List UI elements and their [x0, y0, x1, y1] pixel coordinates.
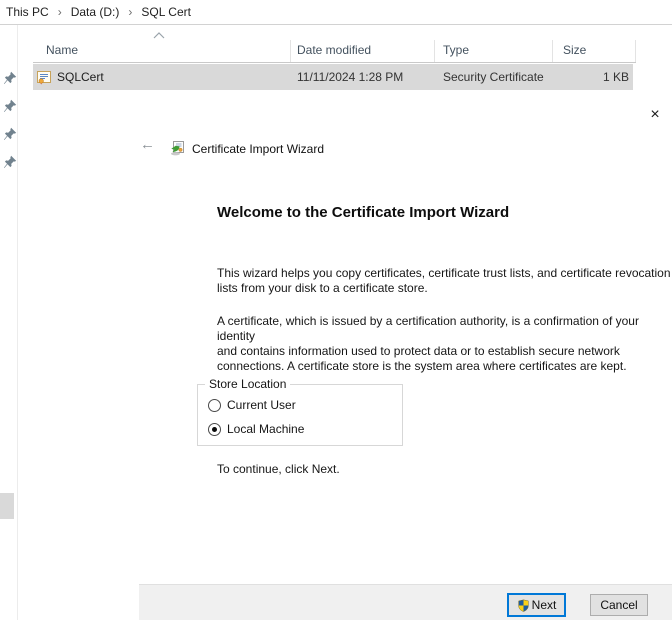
store-location-legend: Store Location — [205, 377, 290, 391]
file-size: 1 KB — [603, 64, 629, 90]
close-icon[interactable]: × — [645, 106, 665, 126]
breadcrumb-sql-cert[interactable]: SQL Cert — [139, 5, 193, 19]
file-name: SQLCert — [57, 64, 104, 90]
sort-ascending-icon — [153, 32, 165, 39]
pushpin-icon[interactable] — [3, 155, 17, 169]
cancel-button[interactable]: Cancel — [590, 594, 648, 616]
certificate-import-wizard-dialog: × ← Certificate Import Wizard Welcome to… — [139, 100, 672, 620]
pushpin-icon[interactable] — [3, 127, 17, 141]
breadcrumb: This PC › Data (D:) › SQL Cert — [0, 0, 672, 25]
column-header-size[interactable]: Size — [563, 43, 586, 57]
description-paragraph: A certificate, which is issued by a cert… — [217, 314, 671, 374]
breadcrumb-this-pc[interactable]: This PC — [4, 5, 51, 19]
certificate-file-icon — [36, 69, 52, 85]
column-header-type[interactable]: Type — [443, 43, 469, 57]
breadcrumb-chevron-icon: › — [51, 5, 69, 19]
continue-hint: To continue, click Next. — [217, 462, 340, 476]
column-header-date-modified[interactable]: Date modified — [297, 43, 371, 57]
file-type: Security Certificate — [443, 64, 544, 90]
file-date-modified: 11/11/2024 1:28 PM — [297, 64, 403, 90]
column-divider[interactable] — [635, 40, 636, 62]
nav-pane-divider — [17, 25, 18, 620]
dialog-title: Certificate Import Wizard — [192, 142, 324, 156]
next-button-label: Next — [532, 598, 557, 612]
column-headers: Name Date modified Type Size — [33, 40, 636, 62]
intro-paragraph: This wizard helps you copy certificates,… — [217, 266, 671, 296]
radio-current-user[interactable]: Current User — [208, 398, 296, 412]
uac-shield-icon — [517, 599, 530, 612]
column-divider[interactable] — [552, 40, 553, 62]
file-row-sqlcert[interactable]: SQLCert 11/11/2024 1:28 PM Security Cert… — [33, 64, 633, 90]
welcome-heading: Welcome to the Certificate Import Wizard — [217, 204, 509, 221]
radio-label: Current User — [227, 398, 296, 412]
certificate-import-icon — [169, 140, 185, 156]
store-location-group: Store Location Current User Local Machin… — [197, 384, 403, 446]
dialog-footer: Next Cancel — [139, 584, 672, 620]
column-header-name[interactable]: Name — [46, 43, 78, 57]
radio-button-icon[interactable] — [208, 399, 221, 412]
breadcrumb-chevron-icon: › — [121, 5, 139, 19]
column-divider[interactable] — [434, 40, 435, 62]
back-arrow-icon[interactable]: ← — [140, 136, 155, 153]
radio-button-icon[interactable] — [208, 423, 221, 436]
next-button[interactable]: Next — [507, 593, 566, 617]
cancel-button-label: Cancel — [600, 598, 637, 612]
radio-label: Local Machine — [227, 422, 304, 436]
breadcrumb-data-d[interactable]: Data (D:) — [69, 5, 122, 19]
nav-scrollbar-thumb[interactable] — [0, 493, 14, 519]
column-divider[interactable] — [290, 40, 291, 62]
pushpin-icon[interactable] — [3, 99, 17, 113]
pushpin-icon[interactable] — [3, 71, 17, 85]
header-divider — [33, 62, 636, 63]
radio-local-machine[interactable]: Local Machine — [208, 422, 304, 436]
